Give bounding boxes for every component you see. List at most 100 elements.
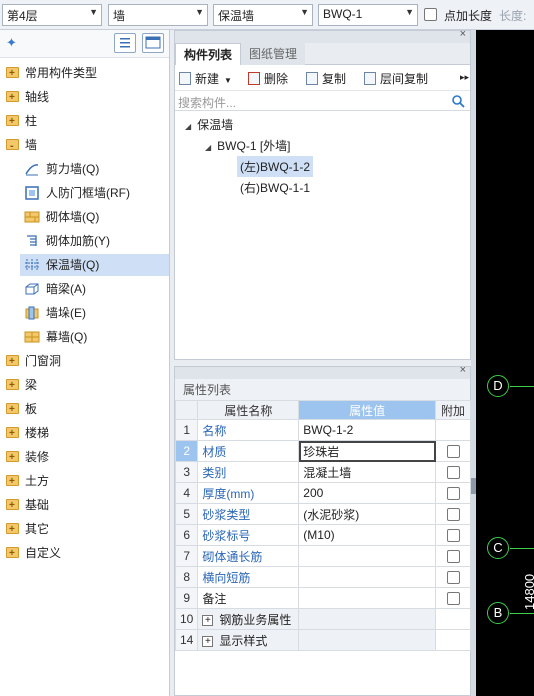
extra-cell <box>435 503 471 525</box>
extra-checkbox[interactable] <box>446 508 460 522</box>
tree-item-slab[interactable]: 板 <box>6 398 37 421</box>
tree-item-shear-wall[interactable]: 剪力墙(Q) <box>24 158 99 180</box>
extra-checkbox[interactable] <box>446 445 460 459</box>
extra-cell <box>435 545 471 567</box>
extra-checkbox[interactable] <box>446 529 460 543</box>
tree-root[interactable]: ◢ 保温墙 <box>185 116 233 133</box>
component-select[interactable]: BWQ-1 ▼ <box>318 4 418 26</box>
list-view-button[interactable] <box>114 33 136 53</box>
sparkle-icon[interactable]: ✦ <box>6 35 17 51</box>
row-number: 8 <box>174 566 199 588</box>
table-group-row[interactable]: 14 + 显示样式 <box>174 629 471 651</box>
tree-item-decoration[interactable]: 装修 <box>6 446 49 469</box>
component-search[interactable]: 搜索构件... <box>175 91 470 111</box>
property-value[interactable]: BWQ-1-2 <box>298 419 437 441</box>
grid-view-button[interactable] <box>142 33 164 53</box>
list-icon <box>120 38 130 48</box>
type-select-value: 保温墙 <box>218 9 255 23</box>
group-label: 显示样式 <box>219 633 268 648</box>
top-toolbar: 第4层 ▼ 墙 ▼ 保温墙 ▼ BWQ-1 ▼ 点加长度 长度: <box>0 0 534 30</box>
table-row[interactable]: 7 砌体通长筋 <box>174 545 471 567</box>
property-value[interactable]: 珍珠岩 <box>298 440 437 462</box>
property-value[interactable]: (M10) <box>298 524 437 546</box>
close-icon[interactable]: × <box>460 28 466 40</box>
tree-item-wall-pier[interactable]: 墙垛(E) <box>24 302 86 324</box>
tree-item-masonry-rebar[interactable]: 砌体加筋(Y) <box>24 230 110 252</box>
table-row[interactable]: 9 备注 <box>174 587 471 609</box>
property-value[interactable] <box>298 566 437 588</box>
delete-button[interactable]: 删除 <box>248 70 288 87</box>
new-button[interactable]: 新建 ▼ <box>179 70 232 87</box>
property-value[interactable]: 混凝土墙 <box>298 461 437 483</box>
tree-item-wall[interactable]: 墙 <box>6 134 37 157</box>
tree-item-hidden-beam[interactable]: 暗梁(A) <box>24 278 86 300</box>
floor-copy-button[interactable]: 层间复制 <box>364 70 428 87</box>
close-icon[interactable]: × <box>460 364 466 376</box>
chevron-down-icon: ▼ <box>224 76 232 85</box>
row-number: 2 <box>174 440 199 462</box>
search-input[interactable]: 搜索构件... <box>178 94 236 111</box>
extra-checkbox[interactable] <box>446 571 460 585</box>
tree-item-door-window[interactable]: 门窗洞 <box>6 350 61 373</box>
floor-copy-icon <box>364 72 376 86</box>
table-row[interactable]: 4 厚度(mm) 200 <box>174 482 471 504</box>
tree-item-other[interactable]: 其它 <box>6 518 49 541</box>
copy-button[interactable]: 复制 <box>306 70 346 87</box>
extra-cell <box>435 440 471 462</box>
tree-leaf-left[interactable]: (左)BWQ-1-2 <box>237 156 313 177</box>
group-cell[interactable]: + 显示样式 <box>197 629 300 651</box>
property-value[interactable]: (水泥砂浆) <box>298 503 437 525</box>
extra-checkbox[interactable] <box>446 487 460 501</box>
tree-item-earthwork[interactable]: 土方 <box>6 470 49 493</box>
extra-checkbox[interactable] <box>446 592 460 606</box>
tree-child[interactable]: ◢ BWQ-1 [外墙] <box>205 137 291 154</box>
copy-icon <box>306 72 318 86</box>
search-icon[interactable] <box>451 94 465 108</box>
extra-checkbox[interactable] <box>446 550 460 564</box>
property-value[interactable] <box>298 545 437 567</box>
table-row[interactable]: 1 名称 BWQ-1-2 <box>174 419 471 441</box>
tree-item-curtain-wall[interactable]: 幕墙(Q) <box>24 326 87 348</box>
category-select[interactable]: 墙 ▼ <box>108 4 208 26</box>
tree-label: 暗梁(A) <box>46 282 86 296</box>
table-row[interactable]: 6 砂浆标号 (M10) <box>174 524 471 546</box>
left-panel-toolbar: ✦ <box>0 30 169 58</box>
tree-item-civil-defense-wall[interactable]: 人防门框墙(RF) <box>24 182 130 204</box>
table-group-row[interactable]: 10 + 钢筋业务属性 <box>174 608 471 630</box>
copy-label: 复制 <box>322 72 347 86</box>
drawing-canvas[interactable]: D C B 14800 <box>476 30 534 696</box>
expand-plus-icon[interactable]: + <box>202 635 214 647</box>
tree-item-custom[interactable]: 自定义 <box>6 542 61 565</box>
tree-item-beam[interactable]: 梁 <box>6 374 37 397</box>
panel-header: × <box>175 28 470 43</box>
table-row[interactable]: 2 材质 珍珠岩 <box>174 440 471 462</box>
more-icon[interactable]: ▸▸ <box>460 72 469 83</box>
tree-label: 砌体加筋(Y) <box>46 234 110 248</box>
point-length-checkbox[interactable] <box>424 8 437 21</box>
tab-drawing-management[interactable]: 图纸管理 <box>241 43 306 65</box>
tree-item-column[interactable]: 柱 <box>6 110 37 133</box>
expand-plus-icon[interactable]: + <box>202 614 214 626</box>
tree-item-stairs[interactable]: 楼梯 <box>6 422 49 445</box>
table-row[interactable]: 3 类别 混凝土墙 <box>174 461 471 483</box>
new-file-icon <box>179 72 191 86</box>
floor-select[interactable]: 第4层 ▼ <box>2 4 102 26</box>
tree-item-masonry-wall[interactable]: 砌体墙(Q) <box>24 206 99 228</box>
type-select[interactable]: 保温墙 ▼ <box>213 4 313 26</box>
property-value[interactable]: 200 <box>298 482 437 504</box>
extra-cell <box>435 629 471 651</box>
tree-item-axis[interactable]: 轴线 <box>6 86 49 109</box>
column-header-value: 属性值 <box>298 400 437 420</box>
table-row[interactable]: 5 砂浆类型 (水泥砂浆) <box>174 503 471 525</box>
table-row[interactable]: 8 横向短筋 <box>174 566 471 588</box>
tree-leaf-right[interactable]: (右)BWQ-1-1 <box>240 179 310 196</box>
tab-component-list[interactable]: 构件列表 <box>175 43 242 65</box>
group-cell[interactable]: + 钢筋业务属性 <box>197 608 300 630</box>
property-value[interactable] <box>298 587 437 609</box>
shear-wall-icon <box>25 164 39 176</box>
tree-item-foundation[interactable]: 基础 <box>6 494 49 517</box>
tree-item-insulation-wall[interactable]: 保温墙(Q) <box>20 254 169 276</box>
extra-checkbox[interactable] <box>446 466 460 480</box>
tree-item-common-types[interactable]: 常用构件类型 <box>6 62 97 85</box>
property-name: 横向短筋 <box>197 566 300 588</box>
